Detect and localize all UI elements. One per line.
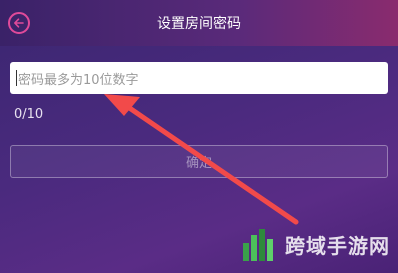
password-placeholder: 密码最多为10位数字 xyxy=(18,72,139,88)
header-bar: 设置房间密码 xyxy=(0,0,398,46)
page-title: 设置房间密码 xyxy=(157,16,241,32)
confirm-button[interactable]: 确定 xyxy=(10,145,388,178)
char-counter: 0/10 xyxy=(14,107,44,122)
text-caret xyxy=(16,70,17,86)
watermark: 跨域手游网 xyxy=(239,225,390,263)
watermark-text: 跨域手游网 xyxy=(285,233,390,258)
password-input[interactable]: 密码最多为10位数字 xyxy=(10,62,388,94)
watermark-logo xyxy=(243,229,273,261)
